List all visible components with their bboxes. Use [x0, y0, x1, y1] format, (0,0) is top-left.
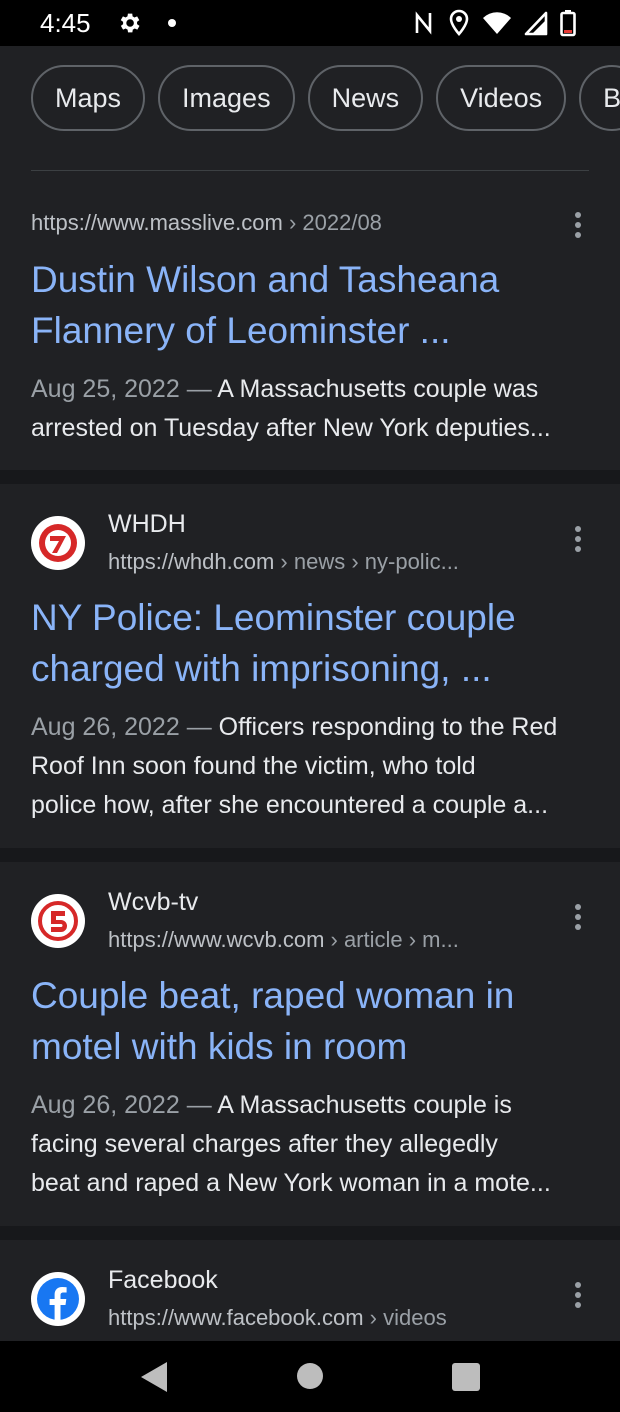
system-nav-bar	[0, 1341, 620, 1412]
result-title-link[interactable]: NY Police: Leominster couple charged wit…	[31, 592, 601, 694]
result-card: WHDH https://whdh.com › news › ny-polic.…	[0, 484, 620, 848]
result-card: Wcvb-tv https://www.wcvb.com › article ›…	[0, 862, 620, 1226]
chip-videos[interactable]: Videos	[436, 65, 567, 131]
site-name: WHDH	[108, 510, 186, 538]
site-name: Facebook	[108, 1266, 218, 1294]
result-title-link[interactable]: Dustin Wilson and Tasheana Flannery of L…	[31, 254, 601, 356]
search-results: https://www.masslive.com › 2022/08 Dusti…	[0, 158, 620, 1341]
battery-icon	[560, 10, 576, 37]
result-card: Facebook https://www.facebook.com › vide…	[0, 1240, 620, 1341]
more-options-icon[interactable]	[566, 902, 590, 932]
result-url[interactable]: https://www.facebook.com › videos	[108, 1305, 447, 1331]
notification-dot-icon	[168, 19, 176, 27]
filter-chips: Maps Images News Videos B	[31, 65, 620, 131]
chip-news[interactable]: News	[307, 65, 424, 131]
search-filter-bar: Maps Images News Videos B	[0, 46, 620, 158]
result-url[interactable]: https://whdh.com › news › ny-polic...	[108, 549, 459, 575]
result-snippet: Aug 26, 2022 — Officers responding to th…	[31, 713, 558, 819]
result-url[interactable]: https://www.masslive.com › 2022/08	[31, 210, 382, 236]
divider	[31, 170, 589, 171]
result-snippet: Aug 25, 2022 — A Massachusetts couple wa…	[31, 375, 551, 442]
clock: 4:45	[40, 8, 91, 38]
back-icon[interactable]	[139, 1360, 169, 1399]
wifi-icon	[483, 12, 511, 34]
more-options-icon[interactable]	[566, 1280, 590, 1310]
chip-maps[interactable]: Maps	[31, 65, 146, 131]
more-options-icon[interactable]	[566, 524, 590, 554]
nfc-icon	[415, 11, 432, 35]
site-name: Wcvb-tv	[108, 888, 199, 916]
recents-icon[interactable]	[451, 1362, 481, 1397]
result-card: https://www.masslive.com › 2022/08 Dusti…	[0, 158, 620, 470]
result-title-link[interactable]: Couple beat, raped woman in motel with k…	[31, 970, 601, 1072]
facebook-icon	[31, 1272, 85, 1326]
signal-icon	[524, 11, 548, 36]
more-options-icon[interactable]	[566, 210, 590, 240]
status-bar: 4:45	[0, 0, 620, 46]
whdh-7-icon	[31, 516, 85, 570]
result-url[interactable]: https://www.wcvb.com › article › m...	[108, 927, 459, 953]
chip-images[interactable]: Images	[158, 65, 295, 131]
result-snippet: Aug 26, 2022 — A Massachusetts couple is…	[31, 1091, 551, 1197]
home-icon[interactable]	[296, 1362, 324, 1395]
wcvb-5-icon	[31, 894, 85, 948]
gear-icon	[120, 13, 140, 33]
chip-books[interactable]: B	[579, 65, 620, 131]
location-icon	[449, 9, 469, 36]
